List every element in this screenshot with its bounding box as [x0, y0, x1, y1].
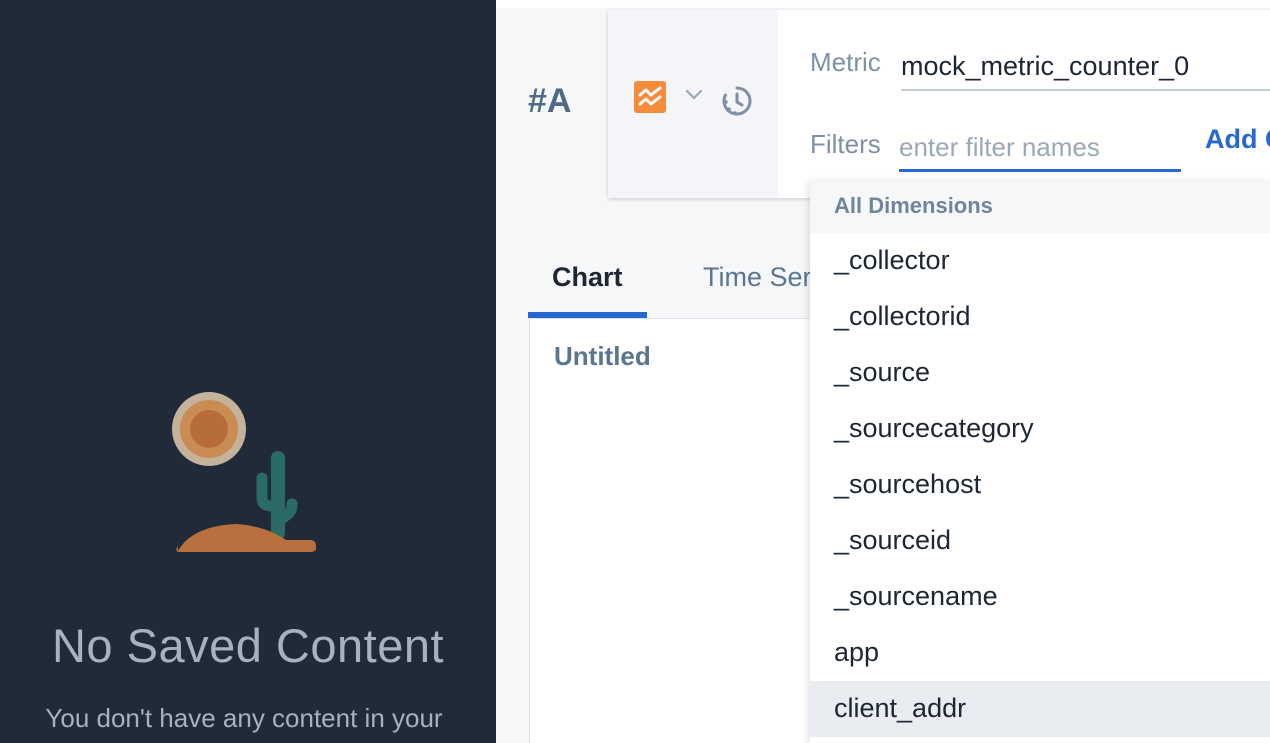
dropdown-item-client-addr[interactable]: client_addr [810, 681, 1270, 737]
query-row-label: #A [528, 82, 572, 120]
dropdown-item-sourcehost[interactable]: _sourcehost [810, 457, 1270, 513]
dropdown-item-label: _collectorid [834, 301, 971, 331]
metrics-chart-icon[interactable] [634, 81, 666, 113]
dimensions-dropdown: All Dimensions _collector _collectorid _… [810, 180, 1270, 743]
dropdown-item-label: _source [834, 357, 931, 387]
timer-icon[interactable] [720, 84, 754, 118]
dropdown-item-label: app [834, 637, 880, 667]
query-type-toolbar [608, 10, 778, 198]
dropdown-item-sourcename[interactable]: _sourcename [810, 569, 1270, 625]
dropdown-item-label: _sourcehost [834, 469, 982, 499]
chevron-down-icon[interactable] [684, 87, 704, 103]
saved-content-panel: No Saved Content You don't have any cont… [0, 0, 496, 743]
empty-state-title: No Saved Content [51, 619, 445, 672]
dropdown-item-collector[interactable]: _collector [810, 233, 1270, 289]
dropdown-item-label: _sourceid [834, 525, 952, 555]
filters-label: Filters [810, 129, 881, 159]
tab-chart[interactable]: Chart [552, 262, 623, 293]
dropdown-header: All Dimensions [810, 180, 1270, 233]
dropdown-item-label: _sourcecategory [834, 413, 1034, 443]
dropdown-item-collectorid[interactable]: _collectorid [810, 289, 1270, 345]
filters-input[interactable] [899, 126, 1181, 172]
dropdown-item-sourceid[interactable]: _sourceid [810, 513, 1270, 569]
metric-label: Metric [810, 47, 881, 77]
dropdown-item-sourcecategory[interactable]: _sourcecategory [810, 401, 1270, 457]
dropdown-item-label: _collector [834, 245, 950, 275]
tab-time-series[interactable]: Time Ser [703, 262, 812, 293]
metric-input[interactable] [901, 44, 1270, 91]
add-button[interactable]: Add C [1205, 124, 1270, 155]
dropdown-header-label: All Dimensions [834, 193, 993, 218]
dropdown-item-label: _sourcename [834, 581, 998, 611]
dropdown-item-label: client_addr [834, 693, 967, 723]
desert-illustration [168, 388, 320, 558]
chart-title[interactable]: Untitled [554, 341, 651, 372]
dropdown-item-app[interactable]: app [810, 625, 1270, 681]
dropdown-item-source[interactable]: _source [810, 345, 1270, 401]
empty-state-description: You don't have any content in your [45, 703, 443, 733]
top-strip [496, 0, 1270, 8]
